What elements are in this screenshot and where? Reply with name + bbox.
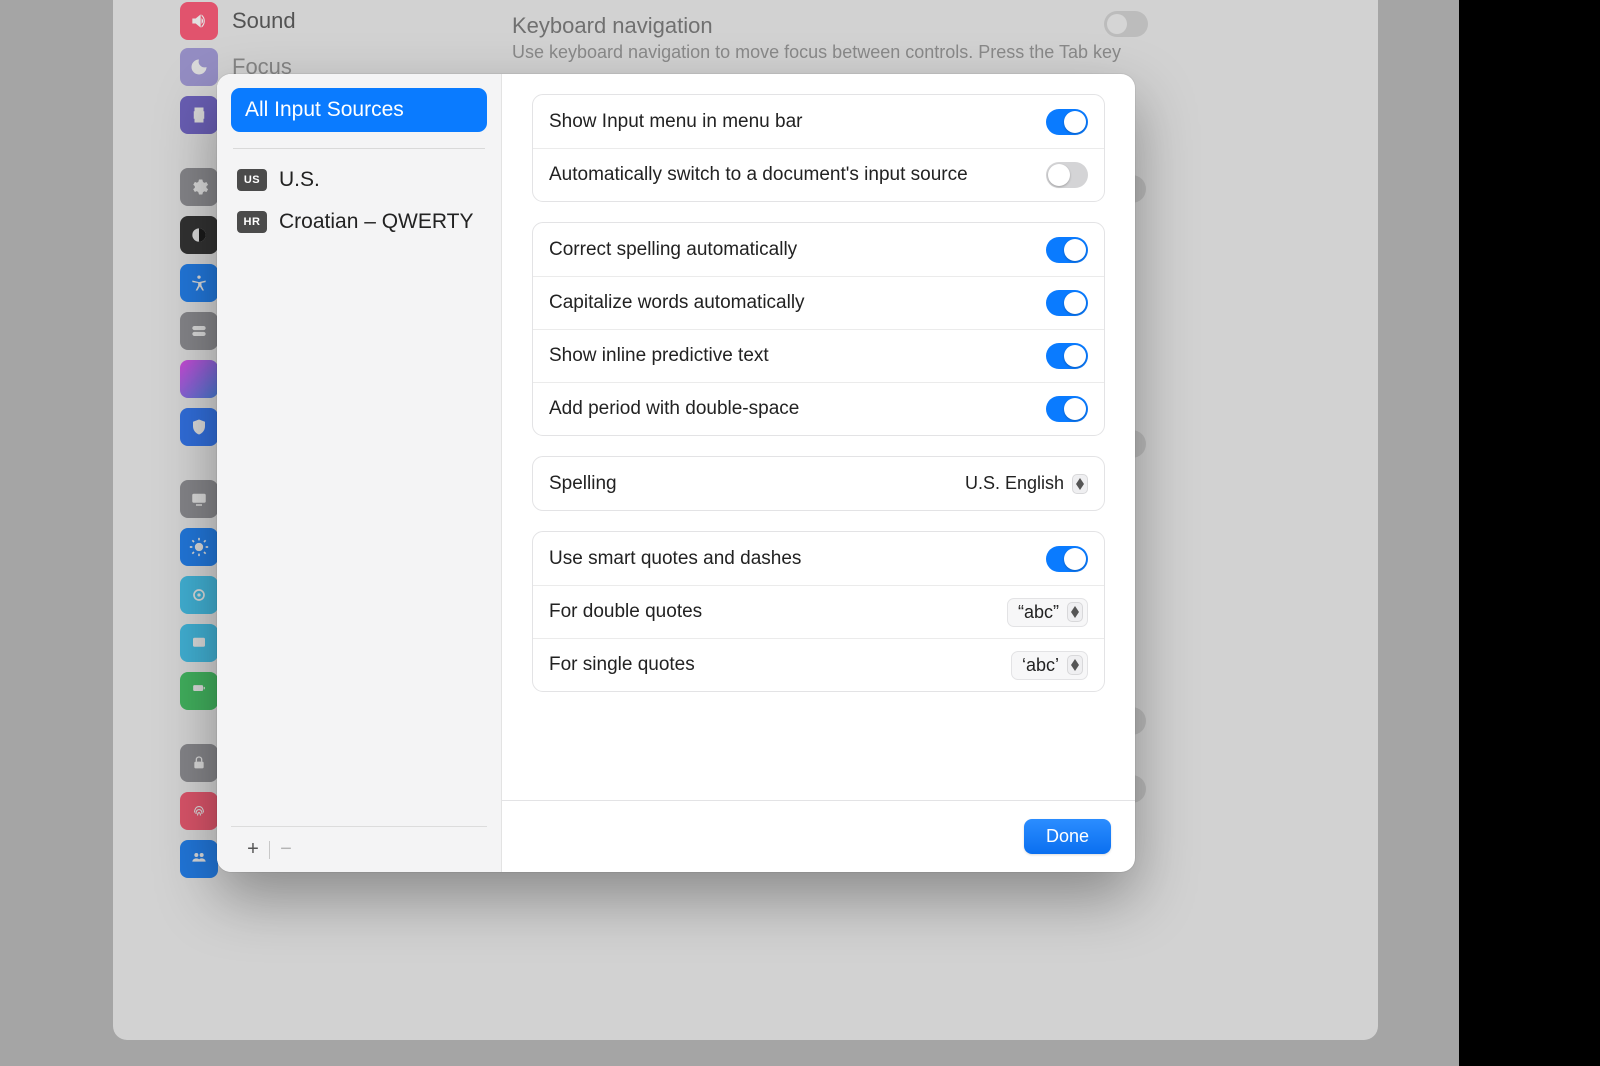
settings-group: Use smart quotes and dashes For double qu… <box>532 531 1105 692</box>
settings-row-label: Add period with double-space <box>549 398 799 420</box>
toggle[interactable] <box>1046 546 1088 572</box>
settings-row: Correct spelling automatically <box>533 223 1104 276</box>
settings-row-label: For double quotes <box>549 601 702 623</box>
settings-row: Add period with double-space <box>533 382 1104 435</box>
select-value: ‘abc’ <box>1022 655 1059 676</box>
chevron-updown-icon <box>1067 602 1083 622</box>
settings-row: For double quotes “abc” <box>533 585 1104 638</box>
settings-row-label: Automatically switch to a document's inp… <box>549 164 968 186</box>
settings-row-label: Show inline predictive text <box>549 345 769 367</box>
settings-group: Correct spelling automatically Capitalize… <box>532 222 1105 436</box>
sidebar-footer: + − <box>231 826 487 872</box>
toggle[interactable] <box>1046 396 1088 422</box>
input-source-us[interactable]: US U.S. <box>231 159 487 201</box>
toggle[interactable] <box>1046 343 1088 369</box>
settings-group: Spelling U.S. English <box>532 456 1105 511</box>
sheet-body: Show Input menu in menu bar Automatically… <box>502 74 1135 800</box>
input-source-label: U.S. <box>279 168 320 192</box>
settings-row: Automatically switch to a document's inp… <box>533 148 1104 201</box>
settings-row: Spelling U.S. English <box>533 457 1104 510</box>
settings-row: Capitalize words automatically <box>533 276 1104 329</box>
footer-separator <box>269 841 270 859</box>
toggle[interactable] <box>1046 237 1088 263</box>
settings-row: Show Input menu in menu bar <box>533 95 1104 148</box>
settings-row-label: Correct spelling automatically <box>549 239 797 261</box>
input-sources-sheet: All Input Sources US U.S. HR Croatian – … <box>217 74 1135 872</box>
input-source-hr[interactable]: HR Croatian – QWERTY <box>231 201 487 243</box>
input-source-label: Croatian – QWERTY <box>279 210 474 234</box>
done-button[interactable]: Done <box>1024 819 1111 854</box>
settings-row-label: Use smart quotes and dashes <box>549 548 801 570</box>
select[interactable]: “abc” <box>1007 598 1088 627</box>
settings-row-label: Show Input menu in menu bar <box>549 111 803 133</box>
settings-group: Show Input menu in menu bar Automatically… <box>532 94 1105 202</box>
toggle[interactable] <box>1046 162 1088 188</box>
settings-row-label: For single quotes <box>549 654 695 676</box>
settings-row: Use smart quotes and dashes <box>533 532 1104 585</box>
us-flag-icon: US <box>237 169 267 191</box>
hr-flag-icon: HR <box>237 211 267 233</box>
settings-row-label: Capitalize words automatically <box>549 292 805 314</box>
select[interactable]: U.S. English <box>965 473 1088 494</box>
sidebar-divider <box>233 148 485 149</box>
select-value: “abc” <box>1018 602 1059 623</box>
letterbox-black <box>1459 0 1600 1066</box>
sheet-content: Show Input menu in menu bar Automatically… <box>502 74 1135 872</box>
toggle[interactable] <box>1046 109 1088 135</box>
all-input-sources-item[interactable]: All Input Sources <box>231 88 487 132</box>
settings-row: Show inline predictive text <box>533 329 1104 382</box>
chevron-updown-icon <box>1067 655 1083 675</box>
chevron-updown-icon <box>1072 474 1088 494</box>
select[interactable]: ‘abc’ <box>1011 651 1088 680</box>
toggle[interactable] <box>1046 290 1088 316</box>
settings-row: For single quotes ‘abc’ <box>533 638 1104 691</box>
select-value: U.S. English <box>965 473 1064 494</box>
sheet-sidebar: All Input Sources US U.S. HR Croatian – … <box>217 74 502 872</box>
remove-input-source-button[interactable]: − <box>272 835 300 865</box>
sheet-footer: Done <box>502 800 1135 872</box>
add-input-source-button[interactable]: + <box>239 835 267 865</box>
settings-row-label: Spelling <box>549 473 617 495</box>
